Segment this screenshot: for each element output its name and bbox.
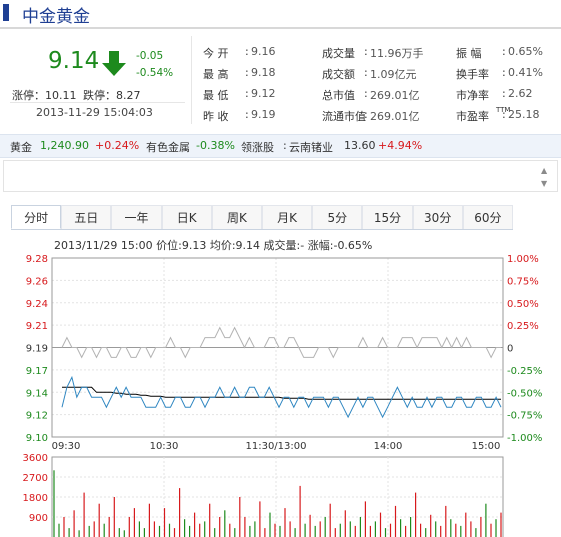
price-tick-2: 9.24 [26,299,48,310]
price-tick-3: 9.21 [26,321,48,332]
time-tick-2: 11:30/13:00 [245,441,306,452]
price-tick-7: 9.12 [26,411,48,422]
pct-tick-1: 0.75% [507,276,539,287]
series-line-1 [62,386,501,400]
time-tick-4: 15:00 [472,441,501,452]
volume-tick-2: 1800 [23,493,48,504]
time-tick-1: 10:30 [150,441,179,452]
price-tick-1: 9.26 [26,276,48,287]
price-tick-8: 9.10 [26,433,48,444]
volume-tick-0: 3600 [23,453,48,464]
pct-tick-6: -0.50% [507,388,542,399]
pct-tick-4: 0 [507,344,513,355]
pct-tick-8: -1.00% [507,433,542,444]
pct-tick-3: 0.25% [507,321,539,332]
price-tick-0: 9.28 [26,254,48,265]
pct-tick-0: 1.00% [507,254,539,265]
volume-tick-3: 900 [29,513,48,524]
price-tick-5: 9.17 [26,366,48,377]
volume-tick-1: 2700 [23,473,48,484]
pct-tick-5: -0.25% [507,366,542,377]
pct-tick-2: 0.50% [507,299,539,310]
series-line-2 [61,326,501,359]
time-tick-0: 09:30 [52,441,81,452]
intraday-chart[interactable]: 9.28 1.00% 9.26 0.75% 9.24 0.50% 9.21 0.25% 9.19… [0,0,561,537]
price-tick-4: 9.19 [26,344,48,355]
time-tick-3: 14:00 [374,441,403,452]
pct-tick-7: -0.75% [507,411,542,422]
price-tick-6: 9.14 [26,388,48,399]
